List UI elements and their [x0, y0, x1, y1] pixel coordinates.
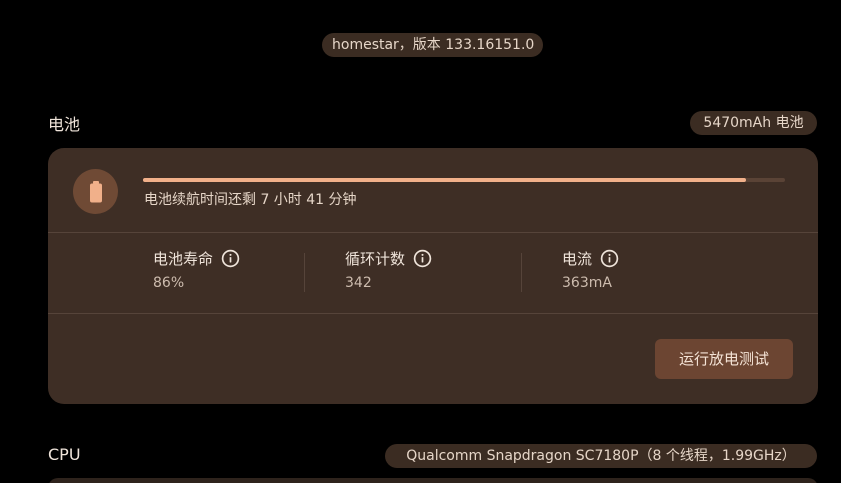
battery-charge-fill	[143, 178, 747, 182]
metric-value: 342	[345, 275, 372, 291]
info-icon[interactable]	[221, 249, 240, 268]
cpu-section-title: CPU	[48, 445, 81, 464]
metric-divider	[304, 253, 305, 292]
metric-current: 电流 363mA	[562, 248, 619, 291]
metric-label: 循环计数	[345, 250, 406, 268]
battery-remaining-text: 电池续航时间还剩 7 小时 41 分钟	[144, 192, 357, 208]
metric-value: 86%	[153, 275, 185, 291]
battery-icon-badge	[73, 169, 118, 214]
metric-cycle-count: 循环计数 342	[345, 248, 432, 291]
version-chip: homestar，版本 133.16151.0	[322, 33, 543, 57]
run-discharge-test-button[interactable]: 运行放电测试	[655, 339, 793, 379]
metric-value: 363mA	[562, 275, 612, 291]
cpu-processor-chip: Qualcomm Snapdragon SC7180P（8 个线程，1.99GH…	[385, 444, 817, 468]
cpu-card	[48, 478, 818, 483]
battery-section-title: 电池	[48, 115, 81, 134]
info-icon[interactable]	[413, 249, 432, 268]
battery-icon	[89, 180, 102, 202]
battery-charge-bar	[143, 178, 785, 182]
battery-capacity-chip: 5470mAh 电池	[690, 111, 817, 135]
card-divider	[48, 232, 818, 233]
metric-label: 电流	[562, 250, 593, 268]
metric-label: 电池寿命	[153, 250, 214, 268]
info-icon[interactable]	[600, 249, 619, 268]
metric-battery-health: 电池寿命 86%	[153, 248, 240, 291]
diagnostics-page: homestar，版本 133.16151.0 电池 5470mAh 电池 电池…	[0, 0, 841, 483]
metric-divider	[521, 253, 522, 292]
card-divider	[48, 313, 818, 314]
battery-card: 电池续航时间还剩 7 小时 41 分钟 电池寿命 86% 循环计数 342 电流…	[48, 148, 818, 404]
